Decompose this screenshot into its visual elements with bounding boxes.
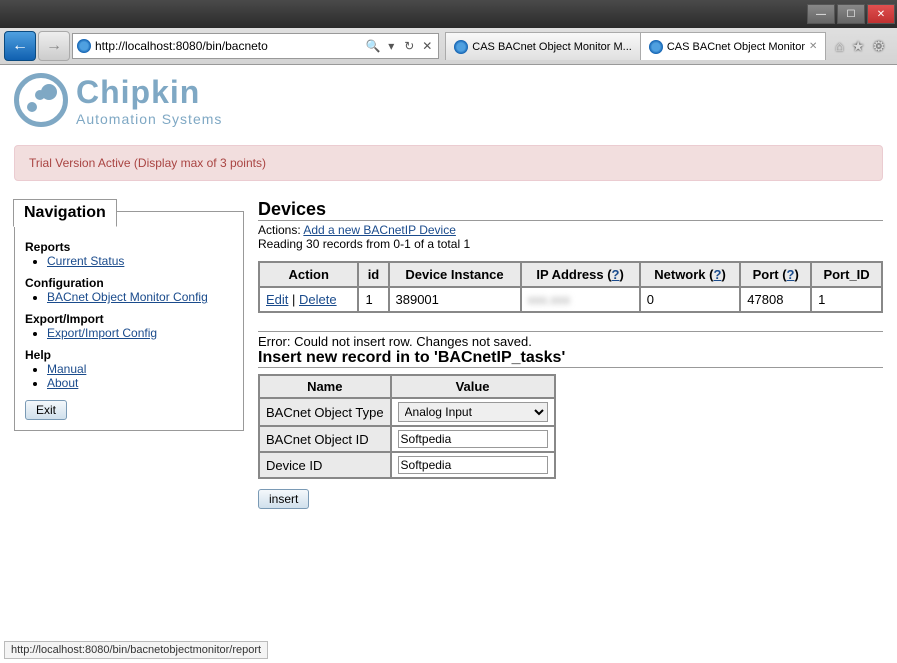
ie-icon (649, 40, 663, 54)
text-input[interactable] (398, 430, 548, 448)
form-row: Device ID (259, 452, 555, 478)
ie-icon (77, 39, 91, 53)
nav-link[interactable]: BACnet Object Monitor Config (47, 290, 208, 304)
devices-actions: Actions: Add a new BACnetIP Device (258, 223, 883, 237)
dropdown-icon[interactable]: ▾ (384, 39, 398, 53)
search-icon[interactable]: 🔍 (366, 39, 380, 53)
col-name: Name (259, 375, 391, 398)
trial-alert: Trial Version Active (Display max of 3 p… (14, 145, 883, 181)
stop-icon[interactable]: ✕ (420, 39, 434, 53)
form-label: BACnet Object ID (259, 426, 391, 452)
browser-tabs: CAS BACnet Object Monitor M... CAS BACne… (445, 32, 825, 60)
form-row: BACnet Object ID (259, 426, 555, 452)
column-header: IP Address (?) (521, 262, 640, 287)
main-content: Devices Actions: Add a new BACnetIP Devi… (258, 199, 883, 509)
maximize-button[interactable]: ☐ (837, 4, 865, 24)
nav-link[interactable]: Export/Import Config (47, 326, 157, 340)
column-header: Device Instance (389, 262, 521, 287)
table-row: Edit | Delete 1 389001 xxx.xxx 0 47808 1 (259, 287, 882, 312)
nav-link[interactable]: Manual (47, 362, 86, 376)
help-link[interactable]: ? (787, 267, 795, 282)
text-input[interactable] (398, 456, 548, 474)
nav-heading: Reports (25, 240, 233, 254)
column-header: id (358, 262, 388, 287)
navigation-title: Navigation (13, 199, 117, 227)
reading-summary: Reading 30 records from 0-1 of a total 1 (258, 237, 883, 251)
logo-mark-icon (14, 73, 68, 127)
tab-2[interactable]: CAS BACnet Object Monitor ✕ (640, 32, 827, 60)
forward-button[interactable]: → (38, 31, 70, 61)
edit-link[interactable]: Edit (266, 292, 288, 307)
column-header: Port (?) (740, 262, 811, 287)
cell-id: 1 (358, 287, 388, 312)
nav-link[interactable]: Current Status (47, 254, 124, 268)
devices-table: ActionidDevice InstanceIP Address (?)Net… (258, 261, 883, 313)
logo-line2: Automation Systems (76, 111, 222, 127)
tab-label: CAS BACnet Object Monitor M... (472, 41, 632, 53)
tab-1[interactable]: CAS BACnet Object Monitor M... (445, 32, 641, 60)
ie-icon (454, 40, 468, 54)
tab-label: CAS BACnet Object Monitor (667, 41, 805, 53)
refresh-icon[interactable]: ↻ (402, 39, 416, 53)
tools-icon[interactable]: ⚙ (872, 38, 885, 55)
insert-button[interactable]: insert (258, 489, 309, 509)
object-type-select[interactable]: Analog Input (398, 402, 548, 422)
nav-heading: Help (25, 348, 233, 362)
col-value: Value (391, 375, 555, 398)
nav-link[interactable]: About (47, 376, 78, 390)
browser-toolbar: ← → 🔍 ▾ ↻ ✕ CAS BACnet Object Monitor M.… (0, 28, 897, 64)
logo: Chipkin Automation Systems (14, 73, 883, 127)
cell-ip: xxx.xxx (521, 287, 640, 312)
cell-network: 0 (640, 287, 741, 312)
status-bar: http://localhost:8080/bin/bacnetobjectmo… (4, 641, 268, 659)
close-button[interactable]: ✕ (867, 4, 895, 24)
navigation-panel: Navigation ReportsCurrent StatusConfigur… (14, 211, 244, 431)
nav-heading: Export/Import (25, 312, 233, 326)
devices-heading: Devices (258, 199, 883, 221)
form-row: BACnet Object Type Analog Input (259, 398, 555, 426)
help-link[interactable]: ? (713, 267, 721, 282)
insert-form-table: Name Value BACnet Object Type Analog Inpu… (258, 374, 556, 479)
form-label: BACnet Object Type (259, 398, 391, 426)
url-input[interactable] (95, 39, 362, 53)
add-device-link[interactable]: Add a new BACnetIP Device (303, 223, 456, 237)
column-header: Port_ID (811, 262, 882, 287)
column-header: Action (259, 262, 358, 287)
cell-portid: 1 (811, 287, 882, 312)
minimize-button[interactable]: — (807, 4, 835, 24)
back-button[interactable]: ← (4, 31, 36, 61)
exit-button[interactable]: Exit (25, 400, 67, 420)
error-message: Error: Could not insert row. Changes not… (258, 331, 883, 349)
favorites-icon[interactable]: ★ (852, 38, 865, 55)
toolbar-right: ⌂ ★ ⚙ (827, 38, 893, 55)
home-icon[interactable]: ⌂ (835, 38, 843, 55)
help-link[interactable]: ? (612, 267, 620, 282)
browser-chrome: — ☐ ✕ ← → 🔍 ▾ ↻ ✕ CAS BACnet Object Moni… (0, 0, 897, 65)
insert-heading: Insert new record in to 'BACnetIP_tasks' (258, 349, 883, 368)
form-label: Device ID (259, 452, 391, 478)
logo-line1: Chipkin (76, 74, 222, 111)
delete-link[interactable]: Delete (299, 292, 337, 307)
address-bar[interactable]: 🔍 ▾ ↻ ✕ (72, 33, 439, 59)
page-content: Chipkin Automation Systems Trial Version… (0, 65, 897, 517)
window-titlebar: — ☐ ✕ (0, 0, 897, 28)
cell-port: 47808 (740, 287, 811, 312)
column-header: Network (?) (640, 262, 741, 287)
nav-heading: Configuration (25, 276, 233, 290)
close-tab-icon[interactable]: ✕ (809, 41, 817, 52)
logo-text: Chipkin Automation Systems (76, 74, 222, 127)
cell-instance: 389001 (389, 287, 521, 312)
